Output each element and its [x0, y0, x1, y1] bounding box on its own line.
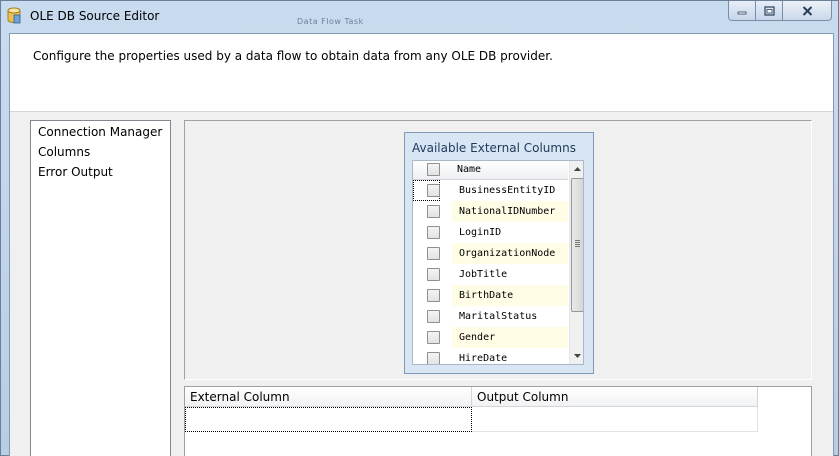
select-all-checkbox[interactable] — [427, 163, 440, 176]
column-name: Gender — [452, 327, 568, 348]
grip-line — [575, 240, 580, 241]
column-name: MaritalStatus — [459, 311, 538, 322]
column-checkbox[interactable] — [427, 205, 440, 218]
list-item[interactable]: BusinessEntityID — [413, 180, 568, 201]
external-column-cell[interactable] — [185, 407, 472, 432]
column-checkbox[interactable] — [427, 247, 440, 260]
column-name: LoginID — [459, 227, 502, 238]
title-bar[interactable]: OLE DB Source Editor Data Flow Task — [1, 1, 838, 33]
grip-line — [575, 242, 580, 243]
column-name: NationalIDNumber — [452, 201, 568, 222]
column-checkbox[interactable] — [427, 289, 440, 302]
list-item[interactable]: JobTitle — [413, 264, 568, 285]
page-navigation-list: Connection Manager Columns Error Output — [30, 120, 171, 456]
mapping-header: External Column Output Column — [185, 387, 758, 407]
nav-item-error-output[interactable]: Error Output — [37, 163, 114, 181]
column-checkbox[interactable] — [427, 310, 440, 323]
close-button[interactable] — [783, 1, 832, 21]
grip-line — [575, 244, 580, 245]
column-mapping-table: External Column Output Column — [184, 386, 812, 456]
window-controls — [728, 1, 834, 22]
list-item[interactable]: Gender — [413, 327, 568, 348]
nav-item-columns[interactable]: Columns — [37, 143, 91, 161]
column-checkbox[interactable] — [427, 226, 440, 239]
external-column-header[interactable]: External Column — [185, 387, 472, 407]
available-external-columns-box: Available External Columns Name Business… — [404, 132, 594, 374]
scroll-thumb[interactable] — [571, 178, 583, 312]
output-column-header[interactable]: Output Column — [472, 387, 758, 407]
grip-line — [575, 246, 580, 247]
name-column-header[interactable]: Name — [457, 164, 481, 175]
column-checkbox[interactable] — [427, 268, 440, 281]
column-checkbox[interactable] — [427, 331, 440, 344]
available-columns-title: Available External Columns — [412, 141, 576, 155]
grid-header: Name — [413, 161, 568, 180]
scroll-up-button[interactable] — [570, 161, 583, 177]
nav-item-connection-manager[interactable]: Connection Manager — [37, 123, 163, 141]
list-item[interactable]: LoginID — [413, 222, 568, 243]
dialog-header: Configure the properties used by a data … — [10, 34, 833, 112]
minimize-icon — [737, 11, 747, 14]
list-item[interactable]: NationalIDNumber — [413, 201, 568, 222]
list-item[interactable]: MaritalStatus — [413, 306, 568, 327]
dialog-window: OLE DB Source Editor Data Flow Task Conf… — [0, 0, 839, 456]
database-cylinder-icon — [7, 7, 21, 24]
column-checkbox[interactable] — [427, 352, 440, 364]
window-title: OLE DB Source Editor — [30, 9, 160, 23]
minimize-button[interactable] — [728, 1, 756, 21]
column-name: JobTitle — [459, 269, 508, 280]
scroll-down-button[interactable] — [570, 348, 583, 364]
close-icon — [802, 5, 812, 16]
output-column-cell[interactable] — [472, 407, 758, 432]
chevron-up-icon — [574, 167, 581, 171]
chevron-down-icon — [574, 354, 581, 358]
background-window-title: Data Flow Task — [297, 17, 364, 26]
list-item[interactable]: OrganizationNode — [413, 243, 568, 264]
dialog-client-area: Configure the properties used by a data … — [9, 33, 834, 456]
column-name: OrganizationNode — [452, 243, 568, 264]
column-name: HireDate — [459, 353, 508, 364]
maximize-button[interactable] — [756, 1, 783, 21]
column-name: BusinessEntityID — [459, 185, 556, 196]
column-checkbox[interactable] — [427, 184, 440, 197]
available-columns-grid: Name BusinessEntityID NationalIDNumber L… — [412, 160, 584, 365]
column-name: BirthDate — [452, 285, 568, 306]
list-item[interactable]: BirthDate — [413, 285, 568, 306]
vertical-scrollbar[interactable] — [569, 161, 583, 364]
restore-icon — [763, 5, 775, 16]
dialog-description: Configure the properties used by a data … — [33, 49, 553, 63]
list-item[interactable]: HireDate — [413, 348, 568, 364]
